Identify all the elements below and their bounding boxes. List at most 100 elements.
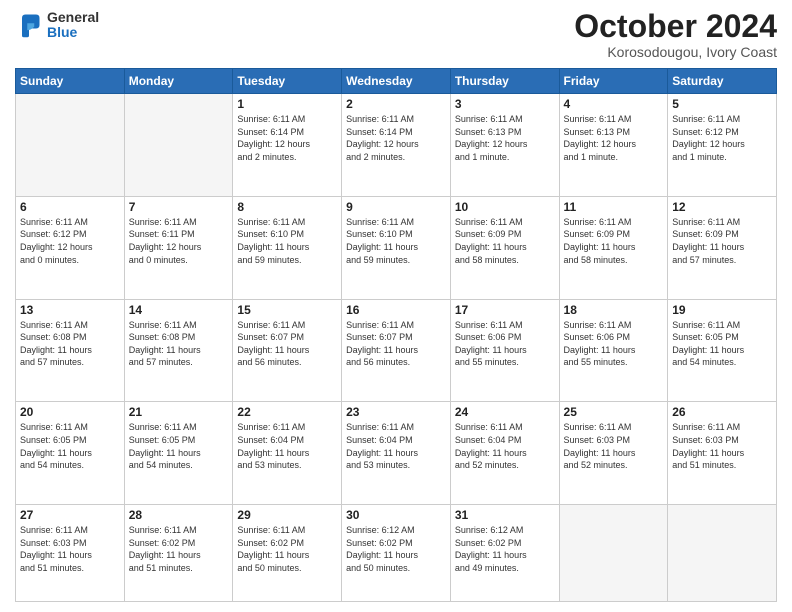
day-number: 2 — [346, 97, 446, 111]
calendar-header-thursday: Thursday — [450, 69, 559, 94]
day-info: Sunrise: 6:11 AM Sunset: 6:02 PM Dayligh… — [129, 524, 229, 574]
day-info: Sunrise: 6:11 AM Sunset: 6:10 PM Dayligh… — [237, 216, 337, 266]
calendar-header-sunday: Sunday — [16, 69, 125, 94]
day-number: 6 — [20, 200, 120, 214]
day-info: Sunrise: 6:11 AM Sunset: 6:11 PM Dayligh… — [129, 216, 229, 266]
calendar-week-2: 6 Sunrise: 6:11 AM Sunset: 6:12 PM Daylig… — [16, 196, 777, 299]
day-number: 1 — [237, 97, 337, 111]
calendar-cell: 27Sunrise: 6:11 AM Sunset: 6:03 PM Dayli… — [16, 505, 125, 602]
calendar-cell: 21Sunrise: 6:11 AM Sunset: 6:05 PM Dayli… — [124, 402, 233, 505]
calendar-cell: 25 Sunrise: 6:11 AM Sunset: 6:03 PM Dayli… — [559, 402, 668, 505]
day-number: 26 — [672, 405, 772, 419]
calendar-cell: 28 Sunrise: 6:11 AM Sunset: 6:02 PM Dayli… — [124, 505, 233, 602]
calendar-cell: 6 Sunrise: 6:11 AM Sunset: 6:12 PM Daylig… — [16, 196, 125, 299]
day-info: Sunrise: 6:11 AM Sunset: 6:13 PM Dayligh… — [564, 113, 664, 163]
calendar-cell: 29 Sunrise: 6:11 AM Sunset: 6:02 PM Dayli… — [233, 505, 342, 602]
calendar-cell: 11 Sunrise: 6:11 AM Sunset: 6:09 PM Dayli… — [559, 196, 668, 299]
calendar-cell: 12Sunrise: 6:11 AM Sunset: 6:09 PM Dayli… — [668, 196, 777, 299]
calendar-header-wednesday: Wednesday — [342, 69, 451, 94]
day-number: 14 — [129, 303, 229, 317]
calendar-cell — [668, 505, 777, 602]
calendar-cell: 26 Sunrise: 6:11 AM Sunset: 6:03 PM Dayli… — [668, 402, 777, 505]
day-number: 31 — [455, 508, 555, 522]
day-info: Sunrise: 6:12 AM Sunset: 6:02 PM Dayligh… — [346, 524, 446, 574]
day-number: 28 — [129, 508, 229, 522]
day-number: 4 — [564, 97, 664, 111]
day-info: Sunrise: 6:11 AM Sunset: 6:02 PM Dayligh… — [237, 524, 337, 574]
day-info: Sunrise: 6:11 AM Sunset: 6:03 PM Dayligh… — [672, 421, 772, 471]
logo-general-text: General — [47, 10, 99, 25]
calendar-cell: 31 Sunrise: 6:12 AM Sunset: 6:02 PM Dayli… — [450, 505, 559, 602]
header-right: October 2024 Korosodougou, Ivory Coast — [574, 10, 777, 60]
calendar-week-5: 27Sunrise: 6:11 AM Sunset: 6:03 PM Dayli… — [16, 505, 777, 602]
logo-icon — [15, 11, 43, 39]
day-info: Sunrise: 6:11 AM Sunset: 6:14 PM Dayligh… — [237, 113, 337, 163]
day-number: 16 — [346, 303, 446, 317]
calendar-cell: 14 Sunrise: 6:11 AM Sunset: 6:08 PM Dayli… — [124, 299, 233, 402]
calendar-cell: 15 Sunrise: 6:11 AM Sunset: 6:07 PM Dayli… — [233, 299, 342, 402]
calendar-cell — [16, 94, 125, 197]
day-number: 5 — [672, 97, 772, 111]
calendar-cell: 20Sunrise: 6:11 AM Sunset: 6:05 PM Dayli… — [16, 402, 125, 505]
day-number: 13 — [20, 303, 120, 317]
day-info: Sunrise: 6:11 AM Sunset: 6:08 PM Dayligh… — [129, 319, 229, 369]
calendar-cell: 19Sunrise: 6:11 AM Sunset: 6:05 PM Dayli… — [668, 299, 777, 402]
day-info: Sunrise: 6:11 AM Sunset: 6:14 PM Dayligh… — [346, 113, 446, 163]
day-info: Sunrise: 6:11 AM Sunset: 6:06 PM Dayligh… — [564, 319, 664, 369]
logo: General Blue — [15, 10, 99, 41]
day-number: 11 — [564, 200, 664, 214]
day-info: Sunrise: 6:11 AM Sunset: 6:06 PM Dayligh… — [455, 319, 555, 369]
calendar-cell: 18 Sunrise: 6:11 AM Sunset: 6:06 PM Dayli… — [559, 299, 668, 402]
day-number: 8 — [237, 200, 337, 214]
day-info: Sunrise: 6:11 AM Sunset: 6:03 PM Dayligh… — [20, 524, 120, 574]
header: General Blue October 2024 Korosodougou, … — [15, 10, 777, 60]
calendar-cell: 7Sunrise: 6:11 AM Sunset: 6:11 PM Daylig… — [124, 196, 233, 299]
day-number: 22 — [237, 405, 337, 419]
day-number: 15 — [237, 303, 337, 317]
calendar-cell: 16 Sunrise: 6:11 AM Sunset: 6:07 PM Dayli… — [342, 299, 451, 402]
logo-text: General Blue — [47, 10, 99, 41]
calendar-header-saturday: Saturday — [668, 69, 777, 94]
calendar-cell: 1 Sunrise: 6:11 AM Sunset: 6:14 PM Daylig… — [233, 94, 342, 197]
day-info: Sunrise: 6:12 AM Sunset: 6:02 PM Dayligh… — [455, 524, 555, 574]
calendar-cell: 10 Sunrise: 6:11 AM Sunset: 6:09 PM Dayli… — [450, 196, 559, 299]
day-info: Sunrise: 6:11 AM Sunset: 6:07 PM Dayligh… — [237, 319, 337, 369]
page: General Blue October 2024 Korosodougou, … — [0, 0, 792, 612]
day-number: 23 — [346, 405, 446, 419]
day-info: Sunrise: 6:11 AM Sunset: 6:09 PM Dayligh… — [455, 216, 555, 266]
day-number: 30 — [346, 508, 446, 522]
day-info: Sunrise: 6:11 AM Sunset: 6:05 PM Dayligh… — [20, 421, 120, 471]
calendar-cell: 2 Sunrise: 6:11 AM Sunset: 6:14 PM Daylig… — [342, 94, 451, 197]
day-info: Sunrise: 6:11 AM Sunset: 6:03 PM Dayligh… — [564, 421, 664, 471]
day-number: 21 — [129, 405, 229, 419]
calendar-cell: 8 Sunrise: 6:11 AM Sunset: 6:10 PM Daylig… — [233, 196, 342, 299]
day-info: Sunrise: 6:11 AM Sunset: 6:04 PM Dayligh… — [455, 421, 555, 471]
calendar-cell: 22Sunrise: 6:11 AM Sunset: 6:04 PM Dayli… — [233, 402, 342, 505]
logo-blue-text: Blue — [47, 25, 99, 40]
day-number: 10 — [455, 200, 555, 214]
calendar-cell: 24 Sunrise: 6:11 AM Sunset: 6:04 PM Dayli… — [450, 402, 559, 505]
calendar-header-row: SundayMondayTuesdayWednesdayThursdayFrid… — [16, 69, 777, 94]
calendar-cell: 9 Sunrise: 6:11 AM Sunset: 6:10 PM Daylig… — [342, 196, 451, 299]
calendar-header-monday: Monday — [124, 69, 233, 94]
day-number: 9 — [346, 200, 446, 214]
day-info: Sunrise: 6:11 AM Sunset: 6:04 PM Dayligh… — [346, 421, 446, 471]
day-info: Sunrise: 6:11 AM Sunset: 6:13 PM Dayligh… — [455, 113, 555, 163]
day-number: 18 — [564, 303, 664, 317]
month-title: October 2024 — [574, 10, 777, 42]
day-info: Sunrise: 6:11 AM Sunset: 6:10 PM Dayligh… — [346, 216, 446, 266]
location: Korosodougou, Ivory Coast — [574, 44, 777, 60]
calendar-cell: 3Sunrise: 6:11 AM Sunset: 6:13 PM Daylig… — [450, 94, 559, 197]
day-info: Sunrise: 6:11 AM Sunset: 6:12 PM Dayligh… — [672, 113, 772, 163]
day-number: 29 — [237, 508, 337, 522]
calendar-cell: 4 Sunrise: 6:11 AM Sunset: 6:13 PM Daylig… — [559, 94, 668, 197]
day-info: Sunrise: 6:11 AM Sunset: 6:12 PM Dayligh… — [20, 216, 120, 266]
day-info: Sunrise: 6:11 AM Sunset: 6:07 PM Dayligh… — [346, 319, 446, 369]
day-info: Sunrise: 6:11 AM Sunset: 6:09 PM Dayligh… — [564, 216, 664, 266]
day-number: 12 — [672, 200, 772, 214]
day-number: 25 — [564, 405, 664, 419]
day-number: 24 — [455, 405, 555, 419]
calendar-week-3: 13 Sunrise: 6:11 AM Sunset: 6:08 PM Dayli… — [16, 299, 777, 402]
day-number: 17 — [455, 303, 555, 317]
calendar-cell: 5 Sunrise: 6:11 AM Sunset: 6:12 PM Daylig… — [668, 94, 777, 197]
